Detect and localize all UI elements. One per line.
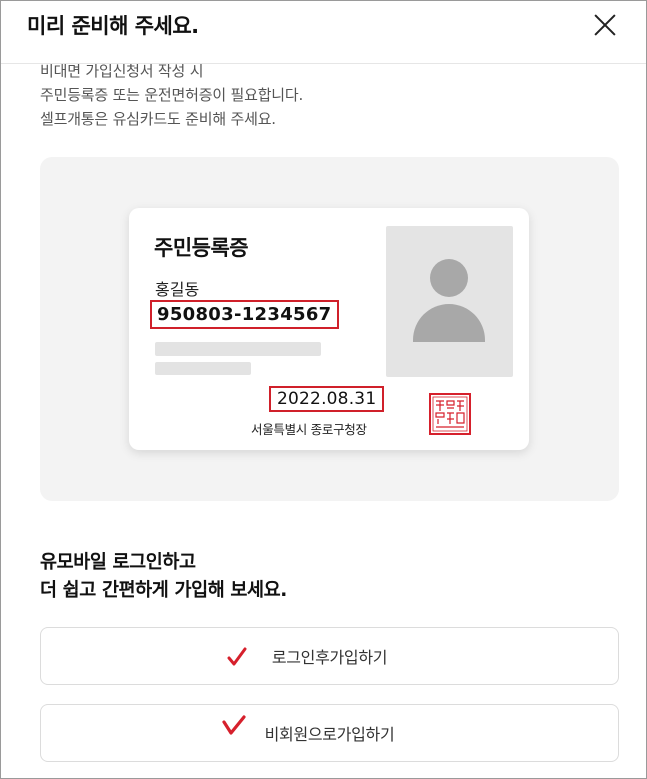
login-prompt: 유모바일 로그인하고 더 쉽고 간편하게 가입해 보세요. [40,549,287,605]
id-card: 주민등록증 홍길동 950803-1234567 2022.08.31 서울특별… [129,208,529,450]
guest-join-label: 비회원으로가입하기 [264,725,395,744]
intro-line: 셀프개통은 유심카드도 준비해 주세요. [40,110,276,128]
placeholder-bar [155,342,321,356]
person-icon [413,304,485,342]
id-card-issuer: 서울특별시 종로구청장 [251,422,367,437]
person-icon [430,259,468,297]
prompt-line: 더 쉽고 간편하게 가입해 보세요. [40,580,287,601]
guest-join-button[interactable]: 비회원으로가입하기 [40,704,619,762]
id-card-title: 주민등록증 [154,236,249,260]
placeholder-bar [155,362,251,375]
resident-number-highlight: 950803-1234567 [150,300,339,329]
intro-text: 비대면 가입신청서 작성 시 주민등록증 또는 운전면허증이 필요합니다. 셀프… [40,59,303,131]
close-icon[interactable] [591,11,619,39]
prompt-line: 유모바일 로그인하고 [40,552,196,573]
modal: 미리 준비해 주세요. 비대면 가입신청서 작성 시 주민등록증 또는 운전면허… [0,0,647,779]
issue-date-highlight: 2022.08.31 [269,386,385,412]
modal-header: 미리 준비해 주세요. [1,1,646,64]
login-then-join-button[interactable]: 로그인후가입하기 [40,627,619,685]
intro-line: 주민등록증 또는 운전면허증이 필요합니다. [40,86,304,104]
modal-title: 미리 준비해 주세요. [27,14,199,38]
login-then-join-label: 로그인후가입하기 [271,648,388,667]
id-card-name: 홍길동 [155,280,200,299]
id-photo-placeholder [386,226,513,377]
id-card-example-area: 주민등록증 홍길동 950803-1234567 2022.08.31 서울특별… [40,157,619,501]
official-seal-stamp [429,393,471,435]
